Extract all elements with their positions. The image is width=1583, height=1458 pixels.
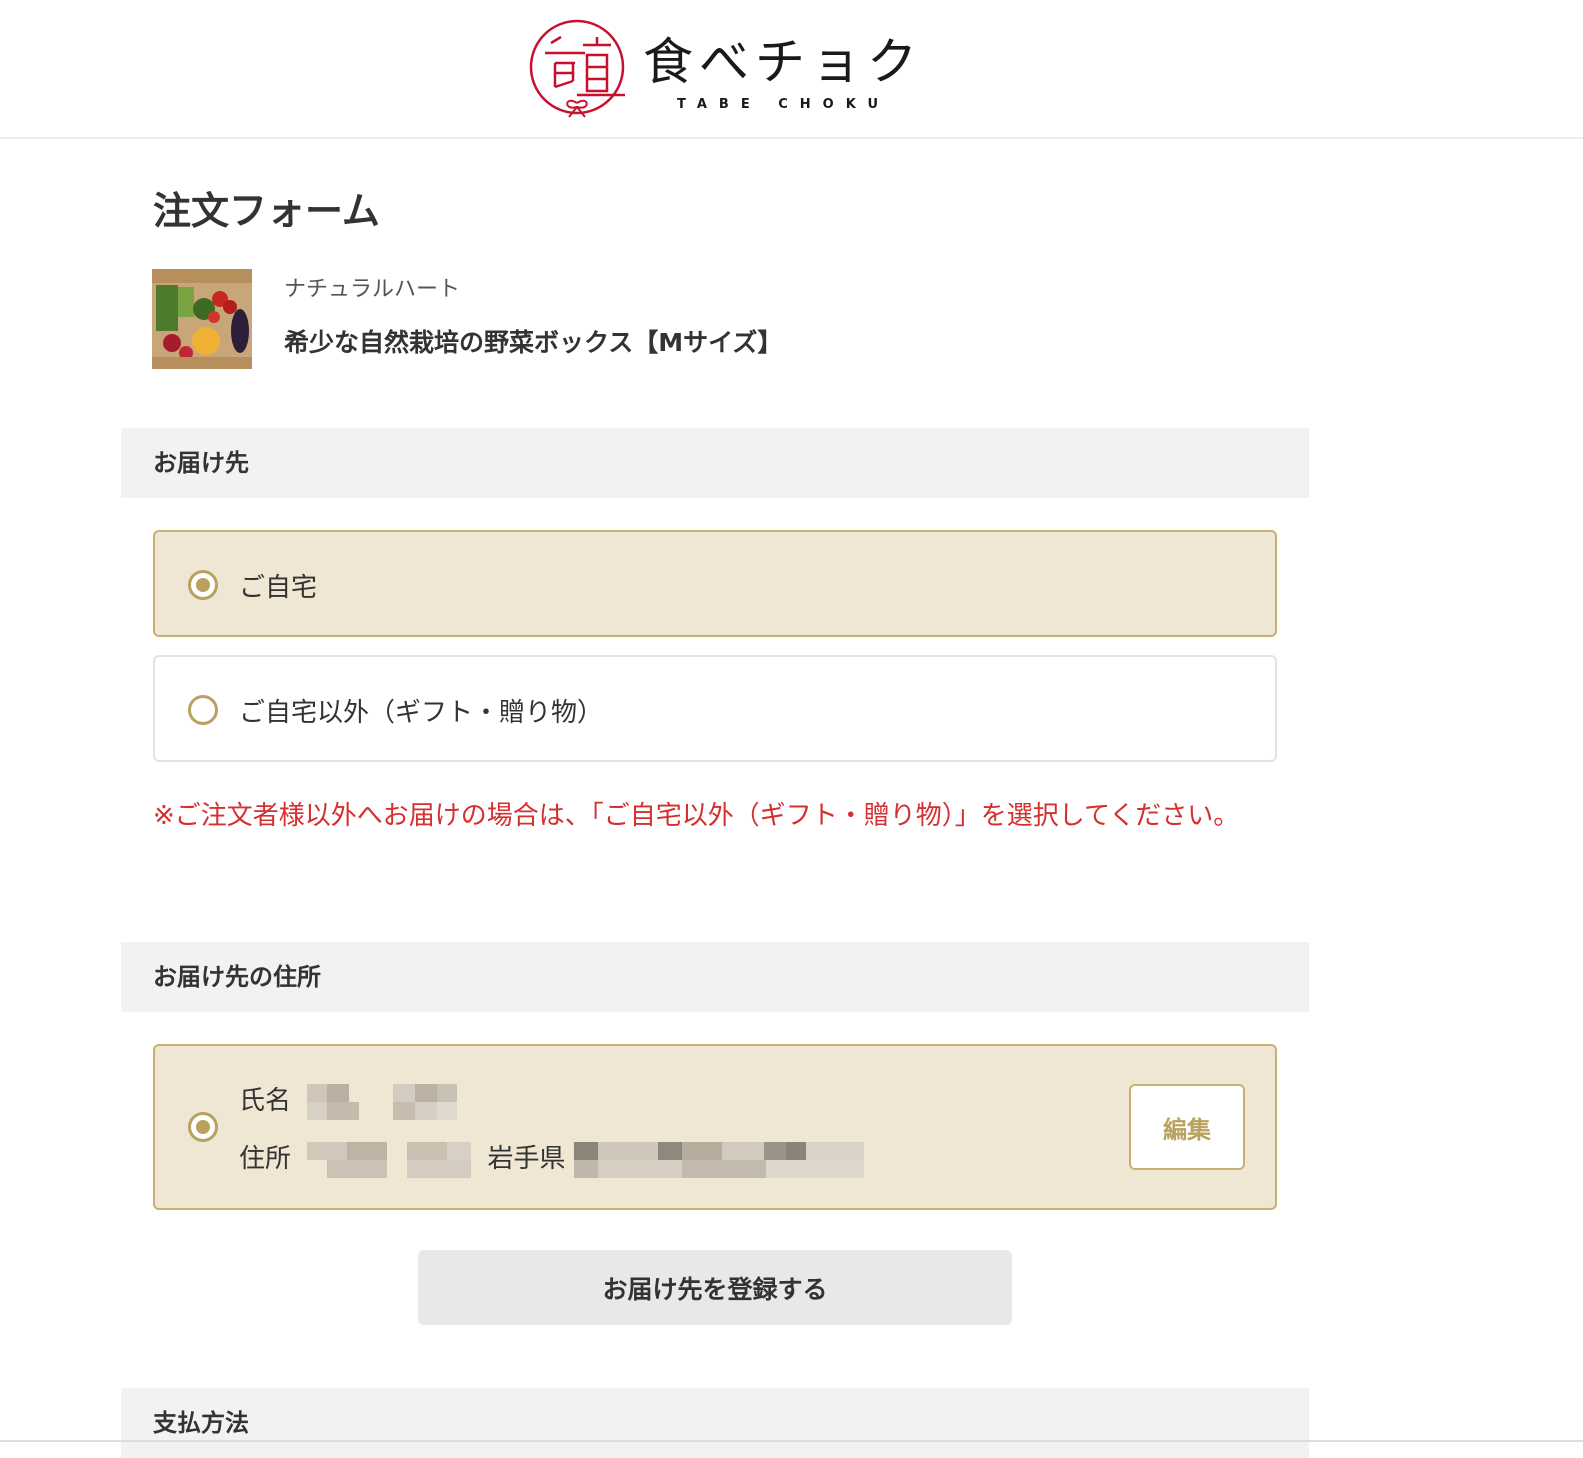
logo-text: 食べチョク — [643, 33, 923, 91]
radio-selected-icon[interactable] — [188, 1112, 218, 1142]
delivery-section-header: お届け先 — [121, 428, 1309, 498]
redacted-mosaic-icon — [307, 1083, 458, 1120]
address-edit-button[interactable]: 編集 — [1129, 1084, 1245, 1170]
delivery-option-home[interactable]: ご自宅 — [153, 530, 1277, 637]
viewport-divider — [0, 1440, 1583, 1442]
page-title: 注文フォーム — [153, 189, 380, 233]
address-name-label: 氏名 — [239, 1086, 292, 1116]
logo-subtext: TABE CHOKU — [677, 97, 891, 112]
delivery-option-home-label: ご自宅 — [239, 573, 318, 603]
site-logo[interactable]: 食べチョク TABE CHOKU — [525, 15, 925, 125]
payment-section-title: 支払方法 — [153, 1409, 249, 1437]
address-row: 住所 岩手県 — [239, 1138, 866, 1178]
register-address-button[interactable]: お届け先を登録する — [418, 1250, 1012, 1325]
address-prefecture: 岩手県 — [487, 1144, 566, 1174]
redacted-mosaic-icon — [307, 1141, 472, 1178]
radio-selected-icon[interactable] — [188, 570, 218, 600]
product-thumbnail — [152, 269, 252, 369]
address-label: 住所 — [239, 1144, 292, 1174]
address-card[interactable]: 氏名 住所 岩手県 編集 — [153, 1044, 1277, 1210]
redacted-mosaic-icon — [573, 1141, 864, 1178]
delivery-section-title: お届け先 — [153, 449, 249, 477]
product-shop-name[interactable]: ナチュラルハート — [284, 271, 460, 303]
logo-mark-icon — [529, 19, 625, 118]
address-section-title: お届け先の住所 — [153, 963, 321, 991]
delivery-note: ※ご注文者様以外へお届けの場合は、「ご自宅以外（ギフト・贈り物）」を選択してくだ… — [153, 801, 1240, 831]
address-section-header: お届け先の住所 — [121, 942, 1309, 1012]
delivery-option-gift-label: ご自宅以外（ギフト・贈り物） — [239, 698, 604, 728]
product-name[interactable]: 希少な自然栽培の野菜ボックス【Mサイズ】 — [284, 323, 782, 359]
address-name-row: 氏名 — [239, 1080, 469, 1120]
delivery-option-gift[interactable]: ご自宅以外（ギフト・贈り物） — [153, 655, 1277, 762]
radio-unselected-icon[interactable] — [188, 695, 218, 725]
payment-section-header: 支払方法 — [121, 1388, 1309, 1458]
site-header: 食べチョク TABE CHOKU — [0, 0, 1583, 139]
